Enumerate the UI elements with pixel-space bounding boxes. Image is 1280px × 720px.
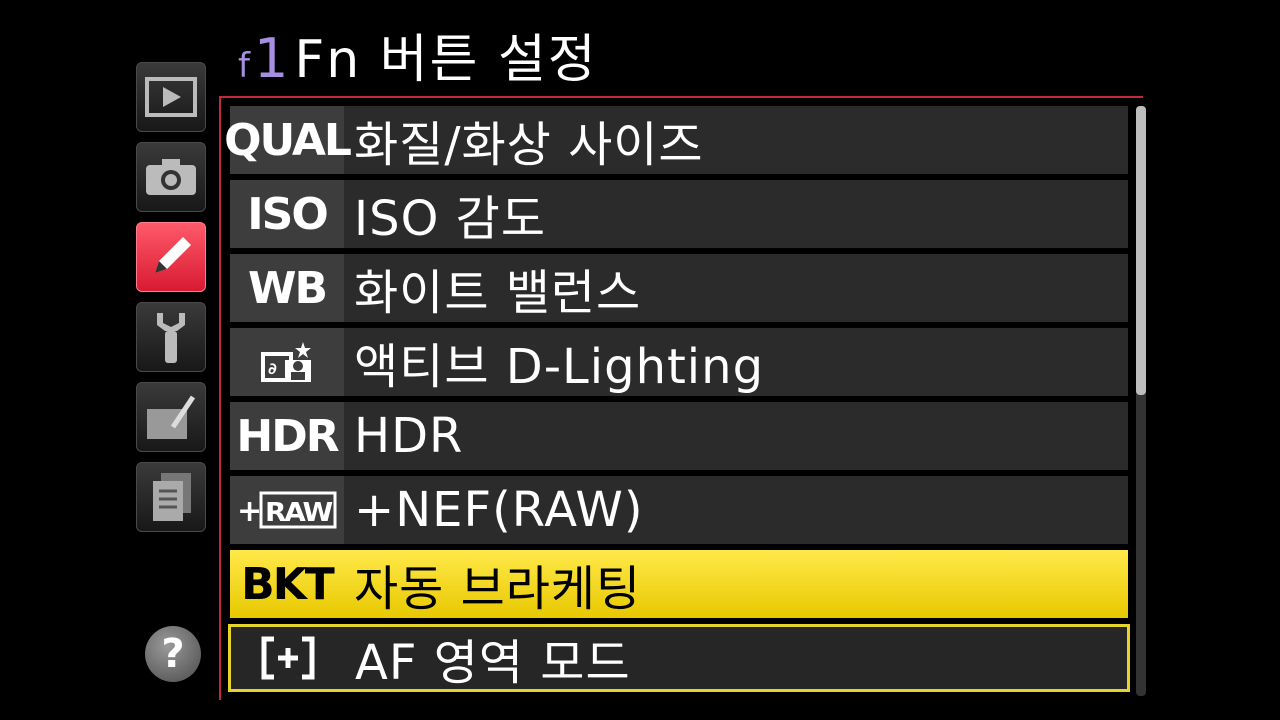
item-label: ISO 감도 <box>354 191 546 247</box>
tab-setup[interactable] <box>136 302 206 372</box>
help-icon: ? <box>161 631 185 677</box>
retouch-icon <box>147 395 196 439</box>
svg-text:∂: ∂ <box>268 359 277 378</box>
title-text: Fn 버튼 설정 <box>294 30 598 90</box>
item-label: 화질/화상 사이즈 <box>354 117 704 173</box>
menu-item-number: 1 <box>253 27 289 90</box>
menu-item-active-d-lighting[interactable]: ∂ 액티브 D-Lighting <box>230 328 1128 396</box>
help-button[interactable]: ? <box>145 626 201 682</box>
camera-menu-screen: f 1 Fn 버튼 설정 ? QUAL 화질/화상 사이즈 ISO ISO 감도… <box>0 0 1280 720</box>
item-label: 화이트 밸런스 <box>354 265 642 321</box>
menu-item-auto-bracketing[interactable]: BKT 자동 브라케팅 <box>230 550 1128 618</box>
scrollbar[interactable] <box>1136 106 1146 696</box>
item-code: + RAW <box>230 476 344 544</box>
item-code: HDR <box>230 402 344 470</box>
item-code: ISO <box>230 180 344 248</box>
recent-settings-icon <box>153 473 191 521</box>
tab-retouch[interactable] <box>136 382 206 452</box>
tab-shooting[interactable] <box>136 142 206 212</box>
tab-custom-settings[interactable] <box>136 222 206 292</box>
scrollbar-thumb[interactable] <box>1136 106 1146 395</box>
menu-item-nef-raw[interactable]: + RAW +NEF(RAW) <box>230 476 1128 544</box>
svg-text:RAW: RAW <box>265 498 332 528</box>
menu-item-af-area-mode[interactable]: AF 영역 모드 <box>228 624 1130 692</box>
tab-recent-settings[interactable] <box>136 462 206 532</box>
menu-item-hdr[interactable]: HDR HDR <box>230 402 1128 470</box>
menu-section-code: f <box>238 46 250 86</box>
nef-raw-icon: + RAW <box>237 491 337 529</box>
item-code: QUAL <box>224 106 352 174</box>
item-label: 액티브 D-Lighting <box>354 339 765 395</box>
playback-icon <box>145 77 197 117</box>
camera-icon <box>146 159 196 195</box>
item-code: WB <box>230 254 344 322</box>
item-code: ∂ <box>230 328 344 396</box>
menu-item-white-balance[interactable]: WB 화이트 밸런스 <box>230 254 1128 322</box>
page-title: f 1 Fn 버튼 설정 <box>238 18 598 98</box>
wrench-icon <box>157 313 185 363</box>
af-area-icon <box>261 636 315 680</box>
svg-text:+: + <box>237 494 260 529</box>
pencil-icon <box>155 237 191 273</box>
active-d-lighting-icon: ∂ <box>261 342 311 382</box>
item-label: +NEF(RAW) <box>354 482 644 538</box>
item-label: AF 영역 모드 <box>355 635 631 691</box>
item-code: BKT <box>241 558 335 610</box>
menu-item-image-quality[interactable]: QUAL 화질/화상 사이즈 <box>224 106 1128 174</box>
item-label: 자동 브라케팅 <box>354 561 642 617</box>
tab-playback[interactable] <box>136 62 206 132</box>
item-label: HDR <box>354 408 464 464</box>
menu-item-iso[interactable]: ISO ISO 감도 <box>230 180 1128 248</box>
item-code <box>231 627 345 689</box>
